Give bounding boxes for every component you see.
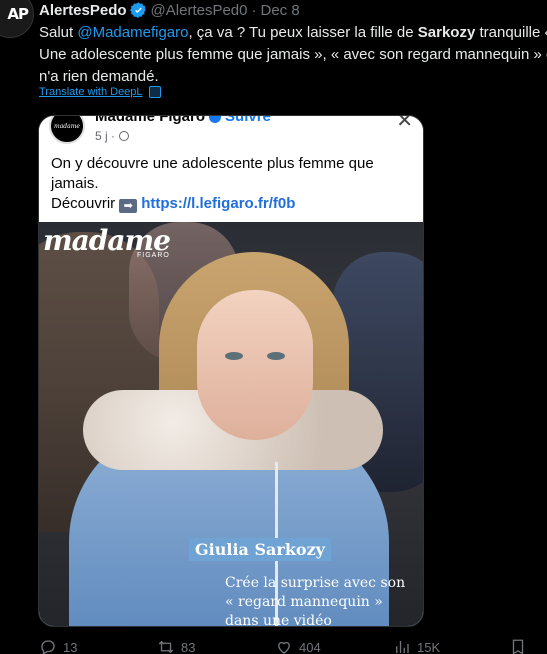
madame-figaro-avatar: madame <box>49 116 85 144</box>
views-count: 15K <box>417 639 441 654</box>
discover-label: Découvrir <box>51 195 116 212</box>
verified-badge-icon <box>129 1 147 19</box>
tweet-bold-text: Sarkozy <box>417 24 476 41</box>
page-verified-icon <box>209 116 222 124</box>
embedded-post-header: madame Madame Figaro Suivre 5 j · ✕ On y … <box>39 116 423 222</box>
views-button[interactable]: 15K <box>393 638 440 654</box>
embedded-discover-line: Découvrir ➡ https://l.lefigaro.fr/f0b <box>51 194 411 214</box>
like-count: 404 <box>299 639 321 654</box>
follow-button: Suivre <box>225 115 271 125</box>
mention-link[interactable]: @Madamefigaro <box>77 24 188 41</box>
avatar-text: AP <box>7 5 29 23</box>
translate-label: Translate with DeepL <box>39 86 143 98</box>
embedded-time: 5 j · <box>95 129 116 143</box>
reply-button[interactable]: 13 <box>39 638 77 654</box>
photo-caption-name: Giulia Sarkozy <box>189 538 331 561</box>
like-button[interactable]: 404 <box>275 638 321 654</box>
tweet-text: Salut @Madamefigaro, ça va ? Tu peux lai… <box>39 22 547 88</box>
embedded-link: https://l.lefigaro.fr/f0b <box>141 195 296 212</box>
globe-icon <box>119 131 130 141</box>
subject-eye <box>267 352 285 360</box>
reply-count: 13 <box>63 639 78 654</box>
bookmark-button[interactable] <box>509 638 527 654</box>
subject-face <box>197 290 313 440</box>
author-name[interactable]: AlertesPedo <box>39 2 127 19</box>
embedded-photo: madame FIGARO Giulia Sarkozy Crée la sur… <box>39 222 423 627</box>
tweet-text-part: , ça va ? Tu peux laisser la fille de <box>188 24 418 41</box>
author-avatar[interactable]: AP <box>0 0 34 38</box>
views-chart-icon <box>396 641 409 653</box>
repost-button[interactable]: 83 <box>157 638 195 654</box>
page-name-text: Madame Figaro <box>95 115 206 125</box>
repost-icon <box>158 640 174 654</box>
figaro-brand-sub: FIGARO <box>137 252 170 259</box>
deepl-icon <box>148 86 161 98</box>
heart-icon <box>278 641 290 654</box>
bookmark-icon <box>512 639 524 654</box>
translate-link[interactable]: Translate with DeepL <box>39 86 161 98</box>
embedded-meta: 5 j · <box>95 129 130 143</box>
tweet-header: AlertesPedo @AlertesPed0 · Dec 8 <box>39 0 300 20</box>
right-arrow-icon: ➡ <box>119 199 138 213</box>
embedded-post-text: On y découvre une adolescente plus femme… <box>51 154 411 214</box>
embedded-page-name: Madame Figaro Suivre <box>95 115 271 125</box>
subject-eye <box>225 352 243 360</box>
author-handle[interactable]: @AlertesPed0 <box>151 2 248 19</box>
tweet-date[interactable]: Dec 8 <box>261 2 300 19</box>
embedded-post-body: On y découvre une adolescente plus femme… <box>51 155 374 192</box>
reply-icon <box>41 640 55 654</box>
repost-count: 83 <box>181 639 196 654</box>
embedded-image-card[interactable]: madame Madame Figaro Suivre 5 j · ✕ On y … <box>38 115 424 627</box>
close-icon: ✕ <box>396 115 413 132</box>
separator-dot: · <box>251 1 257 19</box>
photo-caption-subtitle: Crée la surprise avec son « regard manne… <box>225 575 406 627</box>
tweet-text-part: Salut <box>39 24 78 41</box>
